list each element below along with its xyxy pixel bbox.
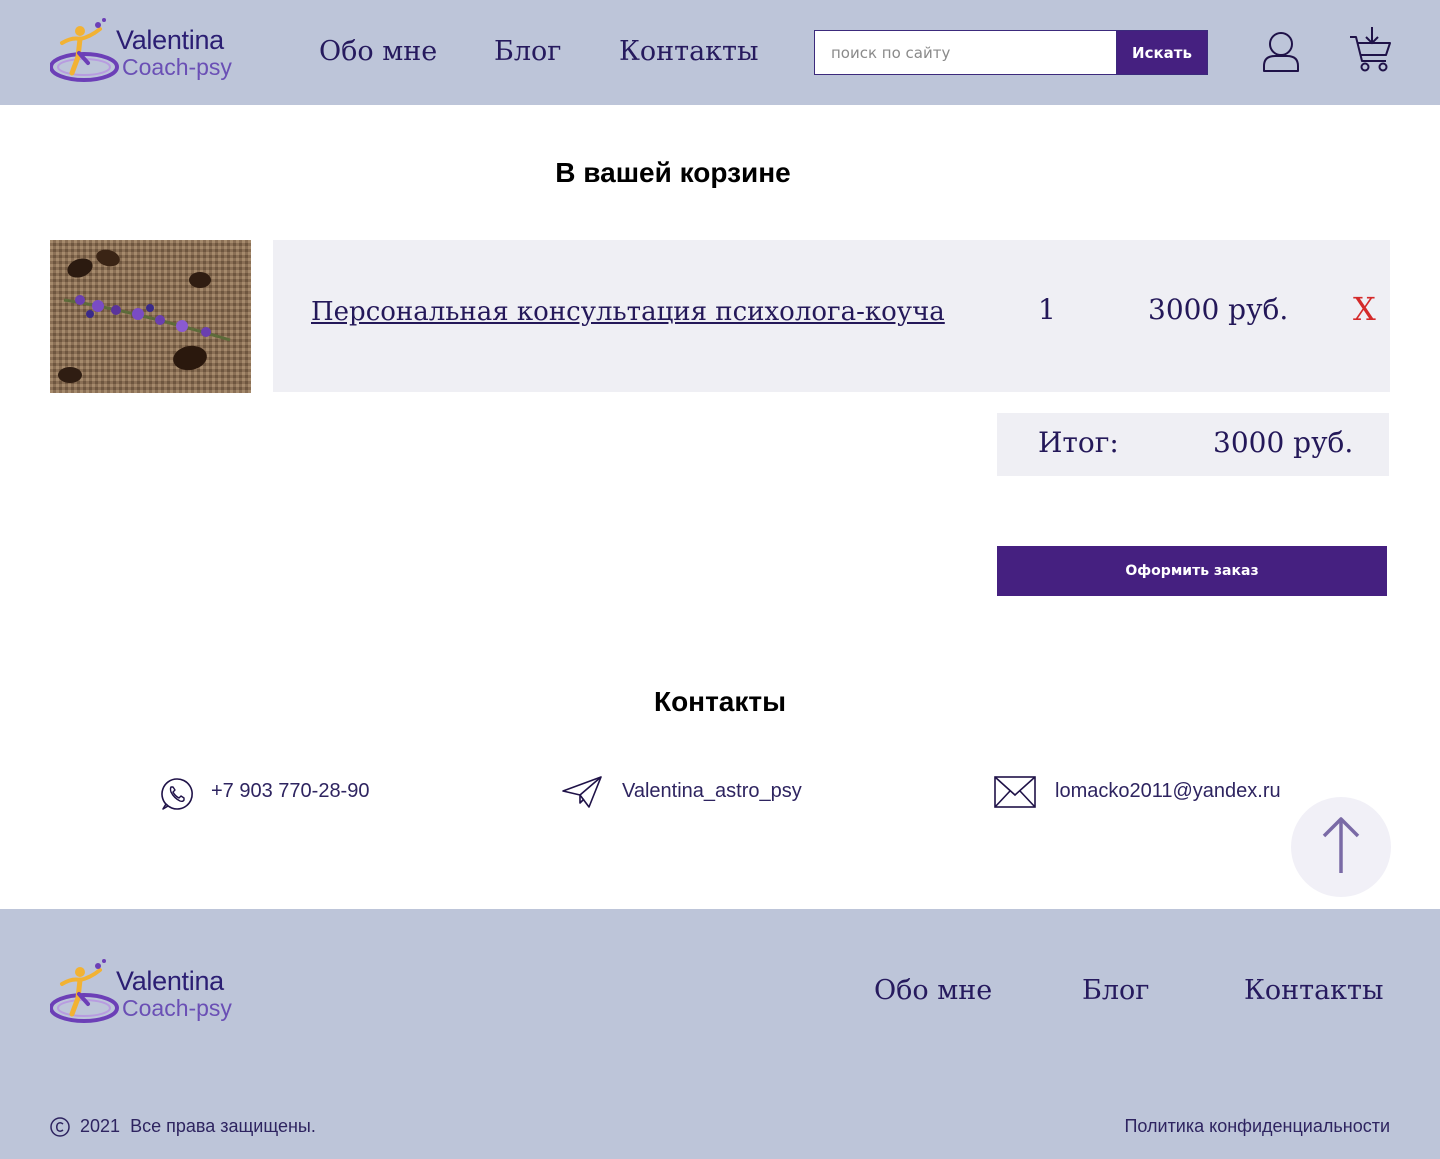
- search-button[interactable]: Искать: [1116, 30, 1208, 75]
- logo[interactable]: Valentina Coach-psy: [50, 17, 260, 89]
- logo-icon: [50, 959, 119, 1023]
- nav-blog[interactable]: Блог: [494, 36, 561, 67]
- search-input[interactable]: [814, 30, 1116, 75]
- user-icon[interactable]: [1261, 30, 1301, 78]
- arrow-up-icon: [1322, 817, 1360, 873]
- nav-about[interactable]: Обо мне: [319, 36, 437, 67]
- paper-plane-icon: [561, 775, 603, 814]
- footer-nav-blog[interactable]: Блог: [1082, 975, 1149, 1006]
- cart-total: Итог: 3000 руб.: [997, 413, 1389, 476]
- cart-item-name[interactable]: Персональная консультация психолога-коуч…: [311, 297, 945, 327]
- total-label: Итог:: [1038, 426, 1119, 459]
- checkout-button[interactable]: Оформить заказ: [997, 546, 1387, 596]
- logo-title: Valentina: [116, 966, 224, 996]
- scroll-to-top-button[interactable]: [1291, 797, 1391, 897]
- cart-item-price: 3000 руб.: [1148, 293, 1289, 326]
- cart-icon[interactable]: [1348, 25, 1392, 78]
- nav-contacts[interactable]: Контакты: [619, 36, 758, 67]
- copyright-text: Все права защищены.: [130, 1116, 316, 1136]
- cart-item-quantity: 1: [1038, 293, 1056, 326]
- copyright-year: 2021: [80, 1116, 121, 1136]
- logo-subtitle: Coach-psy: [122, 54, 232, 80]
- contacts-title: Контакты: [653, 686, 787, 717]
- cart-item-row: Персональная консультация психолога-коуч…: [273, 240, 1390, 392]
- footer-nav-contacts[interactable]: Контакты: [1244, 975, 1383, 1006]
- envelope-icon: [994, 776, 1036, 813]
- privacy-policy-link[interactable]: Политика конфиденциальности: [1124, 1116, 1390, 1137]
- remove-item-button[interactable]: X: [1353, 290, 1376, 328]
- cart-title: В вашей корзине: [555, 157, 791, 188]
- footer-logo[interactable]: Valentina Coach-psy: [50, 958, 260, 1030]
- total-value: 3000 руб.: [1213, 426, 1354, 459]
- product-image[interactable]: [50, 240, 251, 393]
- footer-nav-about[interactable]: Обо мне: [874, 975, 992, 1006]
- logo-subtitle: Coach-psy: [122, 995, 232, 1021]
- contact-telegram[interactable]: Valentina_astro_psy: [622, 780, 802, 803]
- logo-icon: [50, 18, 119, 82]
- whatsapp-icon: [160, 777, 194, 816]
- logo-title: Valentina: [116, 25, 224, 55]
- contact-email[interactable]: lomacko2011@yandex.ru: [1055, 780, 1281, 803]
- contact-phone[interactable]: +7 903 770-28-90: [211, 780, 369, 803]
- site-header: Valentina Coach-psy Обо мне Блог Контакт…: [0, 0, 1440, 105]
- site-footer: Valentina Coach-psy Обо мне Блог Контакт…: [0, 909, 1440, 1159]
- copyright-icon: [50, 1117, 70, 1137]
- copyright: 2021 Все права защищены.: [50, 1116, 316, 1137]
